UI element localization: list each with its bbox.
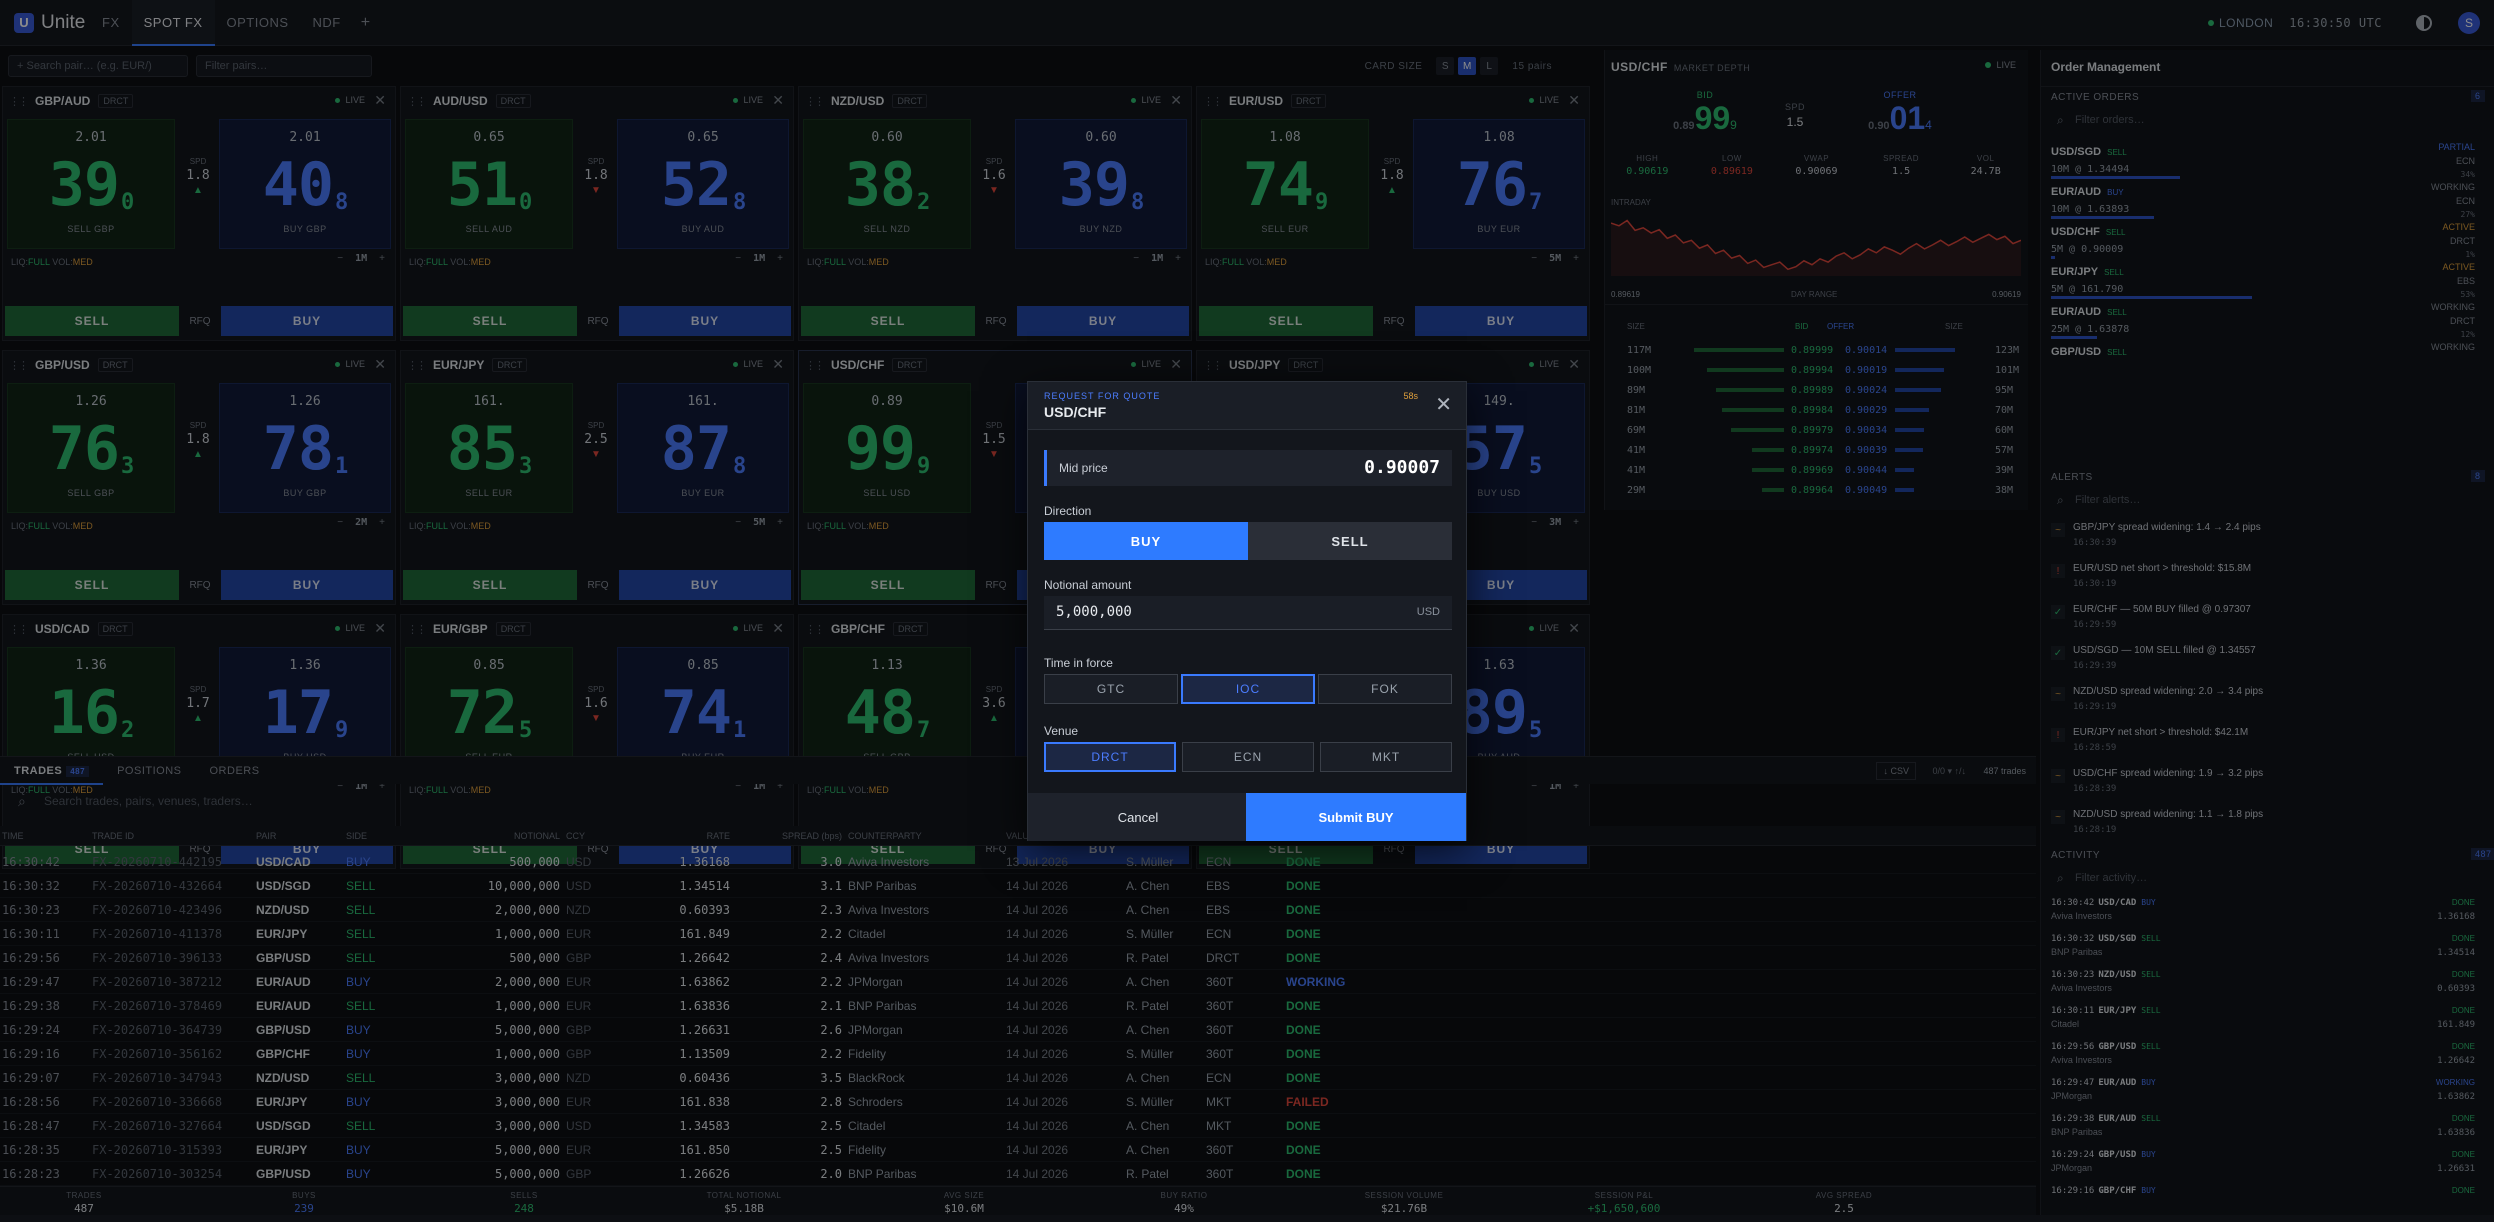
notional-ccy: USD xyxy=(1416,606,1440,618)
rfq-pair: USD/CHF xyxy=(1044,404,1107,420)
rfq-dialog: REQUEST FOR QUOTE USD/CHF 58s ✕ Mid pric… xyxy=(1027,381,1467,841)
close-icon[interactable]: ✕ xyxy=(1435,392,1452,417)
mid-price-value: 0.90007 xyxy=(1364,457,1440,478)
venue-drct-button[interactable]: DRCT xyxy=(1044,742,1176,772)
tif-ioc-button[interactable]: IOC xyxy=(1181,674,1315,704)
mid-price-display: Mid price 0.90007 xyxy=(1044,450,1452,486)
tif-fok-button[interactable]: FOK xyxy=(1318,674,1452,704)
mid-price-label: Mid price xyxy=(1059,461,1108,475)
tif-gtc-button[interactable]: GTC xyxy=(1044,674,1178,704)
direction-label: Direction xyxy=(1044,504,1092,518)
submit-buy-button[interactable]: Submit BUY xyxy=(1246,793,1466,841)
venue-label: Venue xyxy=(1044,724,1079,738)
rfq-kicker: REQUEST FOR QUOTE xyxy=(1044,391,1161,401)
tif-label: Time in force xyxy=(1044,656,1113,670)
rfq-header: REQUEST FOR QUOTE USD/CHF 58s ✕ xyxy=(1028,382,1466,430)
venue-ecn-button[interactable]: ECN xyxy=(1182,742,1314,772)
venue-mkt-button[interactable]: MKT xyxy=(1320,742,1452,772)
notional-field[interactable]: 5,000,000 USD xyxy=(1044,596,1452,630)
notional-label: Notional amount xyxy=(1044,578,1132,592)
direction-sell-button[interactable]: SELL xyxy=(1248,522,1452,560)
cancel-button[interactable]: Cancel xyxy=(1028,793,1248,841)
direction-buy-button[interactable]: BUY xyxy=(1044,522,1248,560)
notional-value: 5,000,000 xyxy=(1056,604,1132,620)
rfq-timer: 58s xyxy=(1403,391,1418,401)
